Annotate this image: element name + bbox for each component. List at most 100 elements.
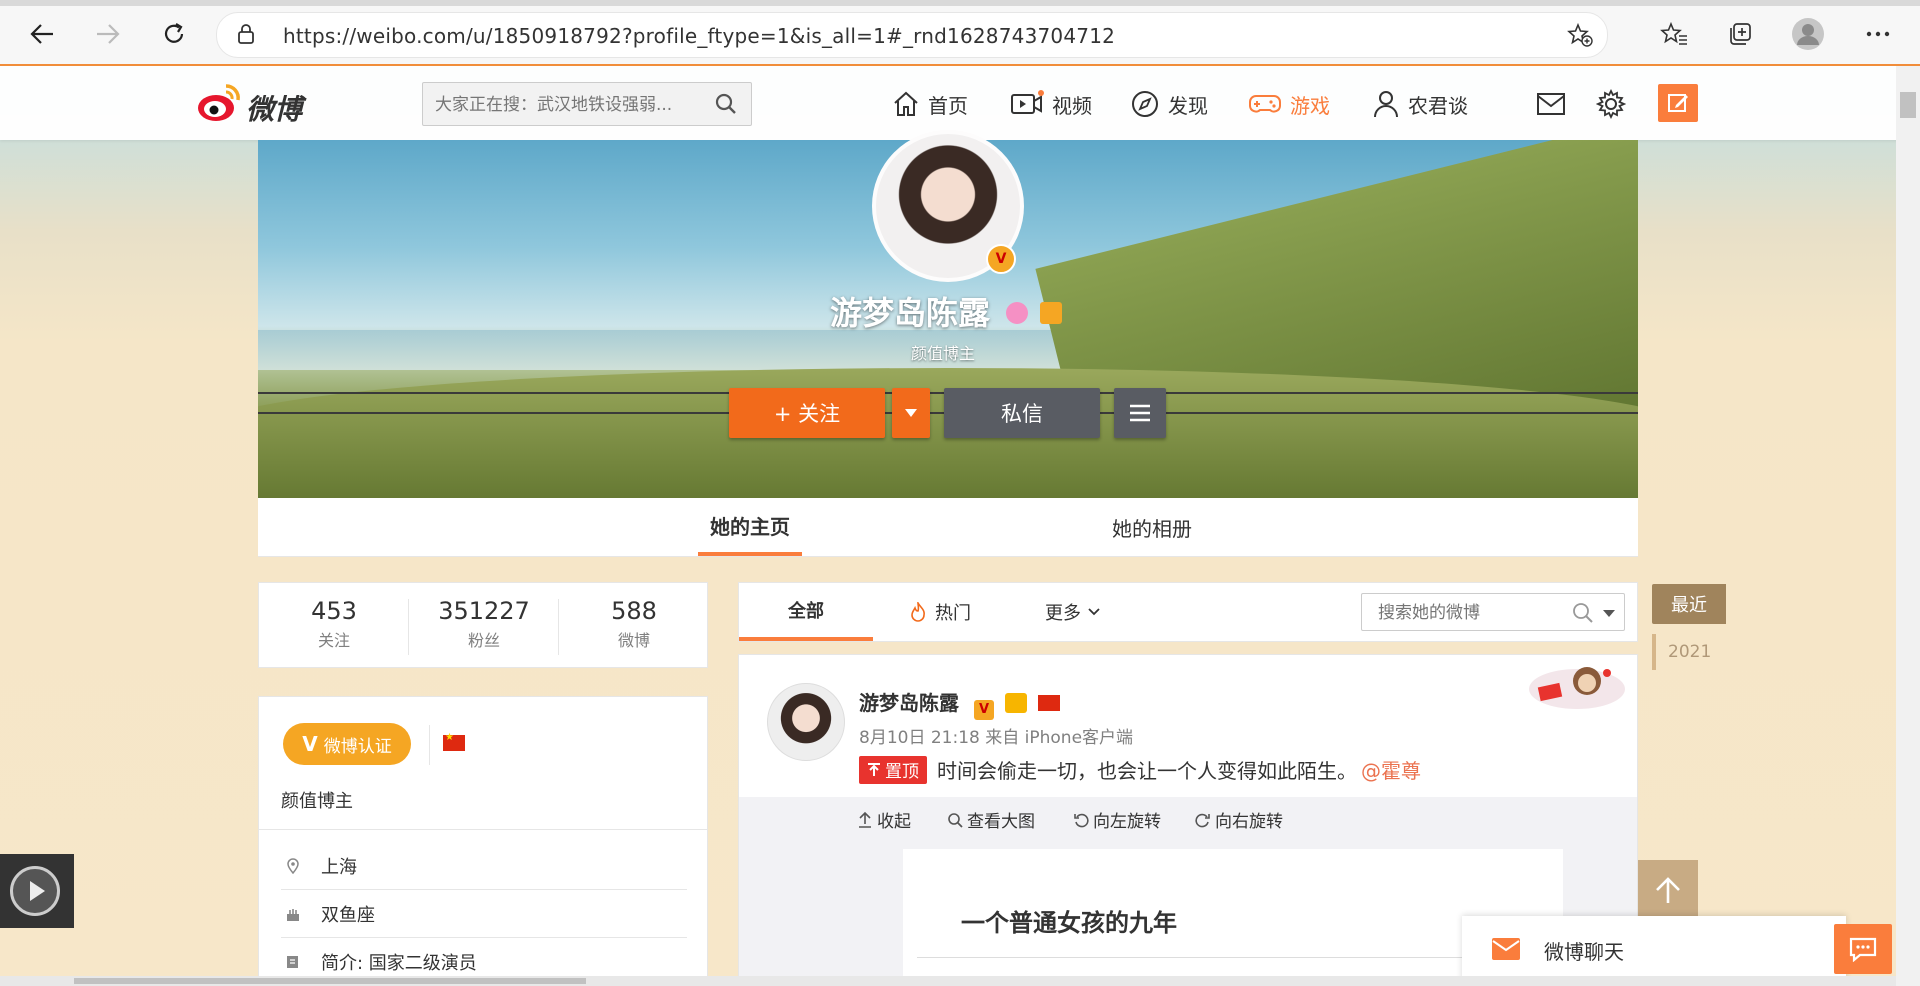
browser-toolbar: https://weibo.com/u/1850918792?profile_f… xyxy=(0,0,1920,66)
nav-user[interactable]: 农君谈 xyxy=(1372,84,1468,124)
hamburger-icon xyxy=(1130,404,1150,422)
vip-badge-icon[interactable] xyxy=(1040,302,1062,324)
china-flag-icon[interactable] xyxy=(443,732,465,751)
stat-following-label: 关注 xyxy=(317,631,350,650)
tab-more[interactable]: 更多 xyxy=(1045,583,1101,641)
chat-mail-icon xyxy=(1492,938,1520,960)
view-large-button[interactable]: 查看大图 xyxy=(947,807,1035,832)
more-menu-icon[interactable] xyxy=(1860,16,1896,52)
tab-her-home[interactable]: 她的主页 xyxy=(698,498,802,556)
header-search-input[interactable] xyxy=(433,83,707,127)
stat-following[interactable]: 453 关注 xyxy=(259,597,409,651)
tab-all[interactable]: 全部 xyxy=(739,583,873,641)
stat-followers[interactable]: 351227 粉丝 xyxy=(409,597,559,651)
edit-note-icon xyxy=(287,956,298,968)
china-flag-icon xyxy=(1037,695,1060,711)
follow-dropdown-button[interactable] xyxy=(892,388,930,438)
lock-icon[interactable] xyxy=(235,23,257,45)
tab-her-home-label: 她的主页 xyxy=(710,514,790,539)
nav-home[interactable]: 首页 xyxy=(892,84,968,124)
search-icon[interactable] xyxy=(1572,602,1594,624)
nav-discover[interactable]: 发现 xyxy=(1130,84,1208,124)
collapse-icon xyxy=(859,811,871,828)
add-favorite-icon[interactable] xyxy=(1567,23,1593,47)
cake-icon xyxy=(287,909,299,921)
feed-search-box[interactable] xyxy=(1361,593,1625,632)
member-badge-icon[interactable] xyxy=(1006,302,1028,324)
verification-badge[interactable]: V 微博认证 xyxy=(283,723,411,765)
article-title: 一个普通女孩的九年 xyxy=(961,909,1177,937)
tab-all-label: 全部 xyxy=(788,601,824,622)
rotate-left-button[interactable]: 向左旋转 xyxy=(1073,807,1161,832)
profile-more-button[interactable] xyxy=(1114,388,1166,438)
info-separator xyxy=(259,829,707,830)
compose-button[interactable] xyxy=(1658,84,1698,122)
tab-strip xyxy=(0,0,1920,6)
zodiac-text: 双鱼座 xyxy=(321,905,375,926)
tab-more-label: 更多 xyxy=(1045,603,1081,624)
tab-her-album-label: 她的相册 xyxy=(1112,516,1192,541)
nav-video-label: 视频 xyxy=(1052,93,1092,118)
chat-expand-button[interactable] xyxy=(1834,924,1892,974)
message-button[interactable]: 私信 xyxy=(944,388,1100,438)
nav-game-label: 游戏 xyxy=(1290,93,1330,118)
post-avatar[interactable] xyxy=(767,683,845,761)
collections-icon[interactable] xyxy=(1722,16,1758,52)
profile-avatar-icon[interactable] xyxy=(1790,16,1826,52)
forward-arrow-icon[interactable] xyxy=(90,16,126,52)
verification-label: 微博认证 xyxy=(323,736,392,757)
profile-tabs: 她的主页 她的相册 xyxy=(258,498,1638,557)
post-meta[interactable]: 8月10日 21:18 来自 iPhone客户端 xyxy=(859,723,1133,748)
post-body: 时间会偷走一切，也会让一个人变得如此陌生。 xyxy=(937,759,1357,783)
back-arrow-icon[interactable] xyxy=(24,16,60,52)
back-to-top-button[interactable] xyxy=(1638,860,1698,920)
caret-down-icon[interactable] xyxy=(1602,609,1616,618)
location-text: 上海 xyxy=(321,857,357,878)
profile-subtitle: 颜值博主 xyxy=(911,344,976,363)
scrollbar-thumb[interactable] xyxy=(1900,92,1916,118)
bio-text: 简介: 国家二级演员 xyxy=(321,953,477,974)
stat-posts[interactable]: 588 微博 xyxy=(559,597,709,651)
article-divider xyxy=(917,957,1557,958)
messages-button[interactable] xyxy=(1536,84,1574,124)
address-bar[interactable]: https://weibo.com/u/1850918792?profile_f… xyxy=(216,12,1608,58)
home-icon xyxy=(894,91,918,116)
favorites-icon[interactable] xyxy=(1656,16,1692,52)
mail-icon xyxy=(1537,93,1565,115)
verified-v-icon: V xyxy=(973,700,994,720)
settings-button[interactable] xyxy=(1596,84,1634,124)
vip-badge-icon xyxy=(1004,693,1027,713)
post-author[interactable]: 游梦岛陈露 V xyxy=(859,687,1060,720)
timeline-recent[interactable]: 最近 xyxy=(1652,584,1726,624)
post-author-name: 游梦岛陈露 xyxy=(859,691,959,715)
vertical-scrollbar[interactable] xyxy=(1896,66,1920,986)
weibo-header: 微博 首页 视频 发现 游戏 农君谈 xyxy=(0,66,1920,140)
tab-her-album[interactable]: 她的相册 xyxy=(1112,498,1192,556)
rotate-right-button[interactable]: 向右旋转 xyxy=(1195,807,1283,832)
search-icon[interactable] xyxy=(715,93,737,115)
play-icon[interactable] xyxy=(10,866,60,916)
header-search-box[interactable] xyxy=(422,82,752,127)
rotate-right-label: 向右旋转 xyxy=(1215,812,1283,832)
gamepad-icon xyxy=(1249,95,1281,113)
weibo-logo[interactable]: 微博 xyxy=(196,80,326,126)
nav-video[interactable]: 视频 xyxy=(1010,84,1092,124)
refresh-icon[interactable] xyxy=(156,16,192,52)
tab-hot[interactable]: 热门 xyxy=(909,583,971,641)
follow-button[interactable]: + 关注 xyxy=(729,388,885,438)
collapse-button[interactable]: 收起 xyxy=(857,807,911,832)
feed-search-input[interactable] xyxy=(1376,594,1560,632)
pin-icon xyxy=(868,762,880,776)
mention-link[interactable]: @霍尊 xyxy=(1361,755,1421,784)
horizontal-scrollbar[interactable] xyxy=(0,976,1896,986)
feed-tabs: 全部 热门 更多 xyxy=(738,582,1638,642)
url-text[interactable]: https://weibo.com/u/1850918792?profile_f… xyxy=(283,24,1115,48)
info-location: 上海 xyxy=(281,843,687,890)
fire-icon xyxy=(911,602,925,622)
timeline-year[interactable]: 2021 xyxy=(1652,634,1726,670)
floating-video-player[interactable] xyxy=(0,854,74,928)
rotate-left-label: 向左旋转 xyxy=(1093,812,1161,832)
hscrollbar-thumb[interactable] xyxy=(74,978,586,984)
nav-game[interactable]: 游戏 xyxy=(1248,84,1330,124)
gear-icon xyxy=(1596,89,1626,119)
